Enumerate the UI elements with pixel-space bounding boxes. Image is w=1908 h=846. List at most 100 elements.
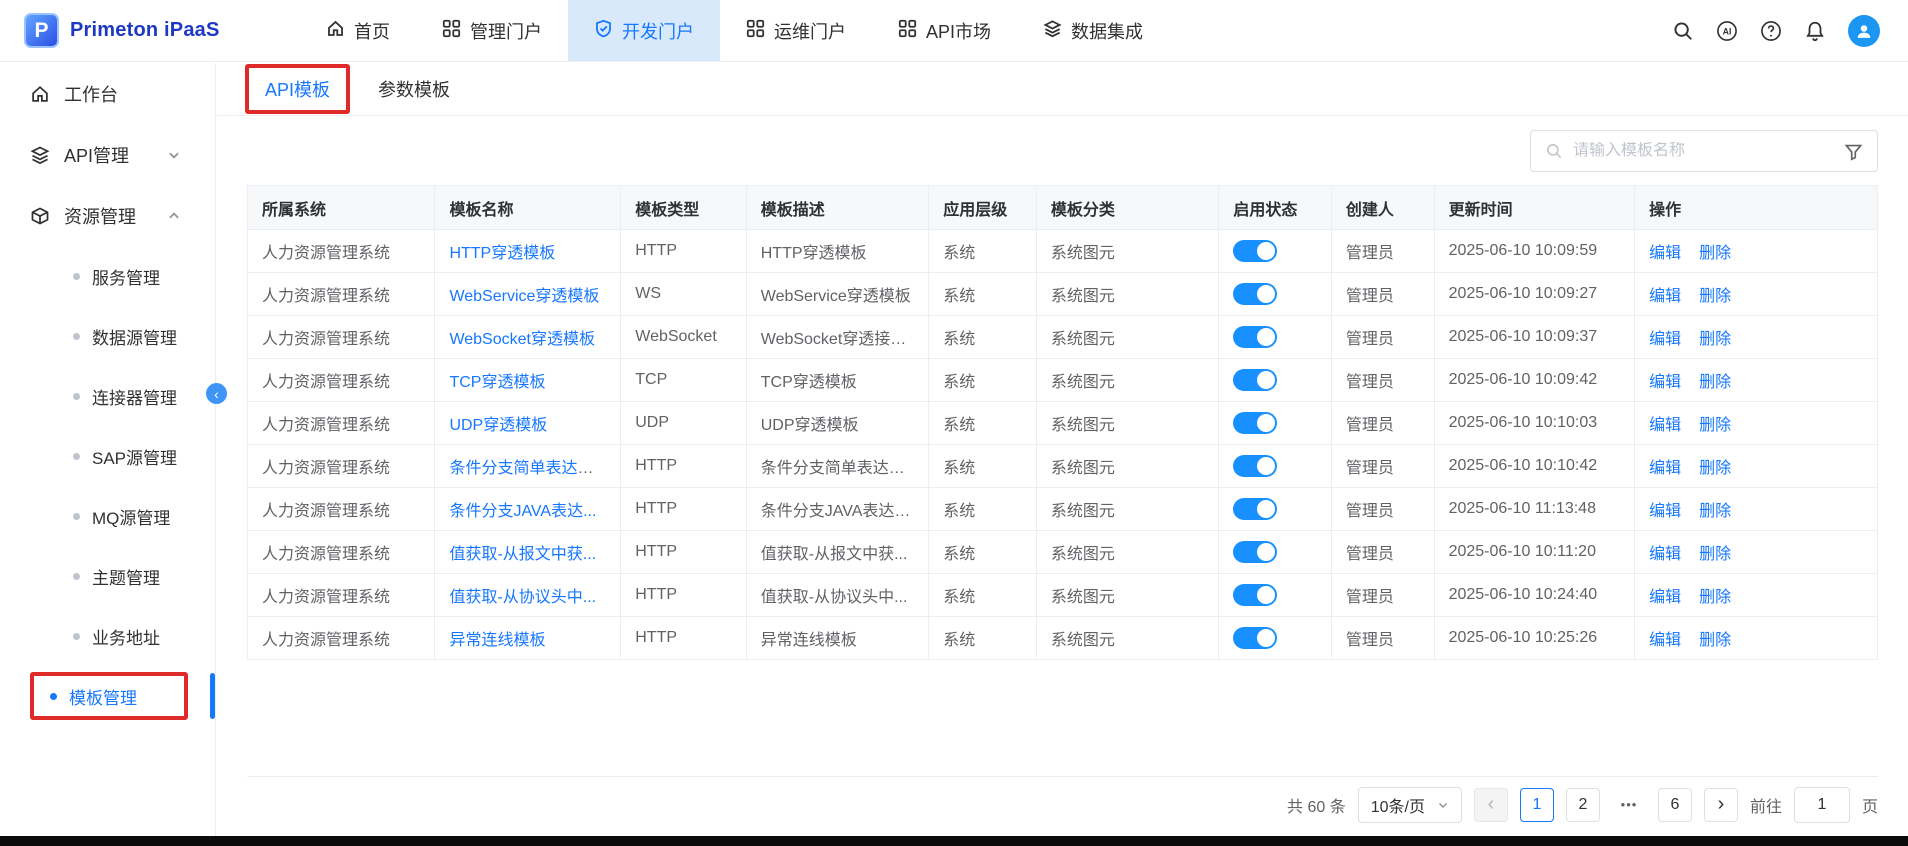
status-toggle[interactable] — [1233, 498, 1277, 520]
nav-item-dev-portal[interactable]: 开发门户 — [568, 0, 720, 61]
sidebar-item-topic-management[interactable]: 主题管理 — [0, 546, 215, 606]
sub-item-label: 模板管理 — [69, 684, 137, 709]
sub-item-label: SAP源管理 — [92, 444, 177, 469]
status-toggle[interactable] — [1233, 541, 1277, 563]
user-avatar[interactable] — [1848, 15, 1880, 47]
filter-funnel-icon[interactable] — [1844, 142, 1863, 161]
edit-link[interactable]: 编辑 — [1649, 331, 1681, 348]
table-row: 人力资源管理系统 HTTP穿透模板 HTTP HTTP穿透模板 系统 系统图元 … — [248, 230, 1878, 273]
toggle-knob — [1257, 457, 1275, 475]
status-toggle[interactable] — [1233, 455, 1277, 477]
edit-link[interactable]: 编辑 — [1649, 546, 1681, 563]
delete-link[interactable]: 删除 — [1699, 589, 1731, 606]
template-name-link[interactable]: WebService穿透模板 — [449, 288, 599, 305]
template-name-link[interactable]: HTTP穿透模板 — [449, 245, 555, 262]
sub-item-label: MQ源管理 — [92, 504, 170, 529]
sidebar-item-workbench[interactable]: 工作台 — [0, 63, 215, 124]
status-toggle[interactable] — [1233, 627, 1277, 649]
delete-link[interactable]: 删除 — [1699, 460, 1731, 477]
edit-link[interactable]: 编辑 — [1649, 589, 1681, 606]
delete-link[interactable]: 删除 — [1699, 374, 1731, 391]
template-name-link[interactable]: WebSocket穿透模板 — [449, 331, 595, 348]
template-name-link[interactable]: 条件分支简单表达式... — [449, 460, 606, 477]
chevron-up-icon — [167, 209, 181, 223]
edit-link[interactable]: 编辑 — [1649, 288, 1681, 305]
delete-link[interactable]: 删除 — [1699, 546, 1731, 563]
cell-level: 系统 — [929, 531, 1037, 574]
col-header-actions: 操作 — [1635, 186, 1878, 230]
edit-link[interactable]: 编辑 — [1649, 374, 1681, 391]
page-size-select[interactable]: 10条/页 — [1358, 787, 1462, 823]
edit-link[interactable]: 编辑 — [1649, 632, 1681, 649]
cell-type: TCP — [621, 359, 747, 402]
col-header-status: 启用状态 — [1219, 186, 1331, 230]
cell-actions: 编辑 删除 — [1635, 531, 1878, 574]
status-toggle[interactable] — [1233, 326, 1277, 348]
cell-updated: 2025-06-10 10:10:42 — [1434, 445, 1634, 488]
status-toggle[interactable] — [1233, 412, 1277, 434]
search-icon[interactable] — [1672, 20, 1694, 42]
workbench-home-icon — [30, 84, 50, 104]
page-ellipsis[interactable]: ••• — [1612, 788, 1646, 822]
nav-item-home[interactable]: 首页 — [300, 0, 416, 61]
page-button-2[interactable]: 2 — [1566, 788, 1600, 822]
table-header: 所属系统 模板名称 模板类型 模板描述 应用层级 模板分类 启用状态 创建人 更… — [248, 186, 1878, 230]
template-name-link[interactable]: 条件分支JAVA表达... — [449, 503, 596, 520]
delete-link[interactable]: 删除 — [1699, 417, 1731, 434]
cell-creator: 管理员 — [1331, 230, 1434, 273]
goto-page-input[interactable] — [1794, 787, 1850, 823]
cell-status — [1219, 574, 1331, 617]
sidebar-item-template-management[interactable]: 模板管理 — [0, 666, 215, 726]
nav-item-admin-portal[interactable]: 管理门户 — [416, 0, 568, 61]
help-icon[interactable] — [1760, 20, 1782, 42]
cell-updated: 2025-06-10 10:09:59 — [1434, 230, 1634, 273]
template-name-link[interactable]: 值获取-从报文中获... — [449, 546, 596, 563]
sidebar-collapse-button[interactable]: ‹ — [206, 383, 227, 404]
edit-link[interactable]: 编辑 — [1649, 417, 1681, 434]
sidebar-item-business-address[interactable]: 业务地址 — [0, 606, 215, 666]
delete-link[interactable]: 删除 — [1699, 245, 1731, 262]
delete-link[interactable]: 删除 — [1699, 503, 1731, 520]
prev-page-button[interactable]: ‹ — [1474, 788, 1508, 822]
template-name-link[interactable]: TCP穿透模板 — [449, 374, 545, 391]
tab-api-template[interactable]: API模板 — [245, 64, 350, 114]
template-name-link[interactable]: 值获取-从协议头中... — [449, 589, 596, 606]
template-name-link[interactable]: 异常连线模板 — [449, 632, 545, 649]
notification-bell-icon[interactable] — [1804, 20, 1826, 42]
nav-item-ops-portal[interactable]: 运维门户 — [720, 0, 872, 61]
sidebar-item-api-management[interactable]: API管理 — [0, 124, 215, 185]
template-name-link[interactable]: UDP穿透模板 — [449, 417, 547, 434]
cell-name: 异常连线模板 — [435, 617, 621, 660]
delete-link[interactable]: 删除 — [1699, 331, 1731, 348]
edit-link[interactable]: 编辑 — [1649, 503, 1681, 520]
page-button-1[interactable]: 1 — [1520, 788, 1554, 822]
status-toggle[interactable] — [1233, 584, 1277, 606]
cell-system: 人力资源管理系统 — [248, 273, 435, 316]
sidebar-item-sap-source-management[interactable]: SAP源管理 — [0, 426, 215, 486]
edit-link[interactable]: 编辑 — [1649, 460, 1681, 477]
resource-cube-icon — [30, 206, 50, 226]
sub-item-label: 业务地址 — [92, 624, 160, 649]
ai-assistant-icon[interactable]: AI — [1716, 20, 1738, 42]
sidebar-item-connector-management[interactable]: 连接器管理 — [0, 366, 215, 426]
sidebar-item-mq-source-management[interactable]: MQ源管理 — [0, 486, 215, 546]
table-row: 人力资源管理系统 值获取-从报文中获... HTTP 值获取-从报文中获... … — [248, 531, 1878, 574]
template-search-input[interactable] — [1573, 142, 1834, 160]
cell-system: 人力资源管理系统 — [248, 402, 435, 445]
next-page-button[interactable]: › — [1704, 788, 1738, 822]
nav-item-data-integration[interactable]: 数据集成 — [1017, 0, 1169, 61]
sidebar-item-resource-management[interactable]: 资源管理 — [0, 185, 215, 246]
tab-param-template[interactable]: 参数模板 — [362, 76, 466, 102]
status-toggle[interactable] — [1233, 283, 1277, 305]
cell-status — [1219, 402, 1331, 445]
status-toggle[interactable] — [1233, 240, 1277, 262]
sidebar-item-datasource-management[interactable]: 数据源管理 — [0, 306, 215, 366]
cell-level: 系统 — [929, 230, 1037, 273]
delete-link[interactable]: 删除 — [1699, 632, 1731, 649]
sidebar-item-service-management[interactable]: 服务管理 — [0, 246, 215, 306]
delete-link[interactable]: 删除 — [1699, 288, 1731, 305]
status-toggle[interactable] — [1233, 369, 1277, 391]
edit-link[interactable]: 编辑 — [1649, 245, 1681, 262]
page-button-6[interactable]: 6 — [1658, 788, 1692, 822]
nav-item-api-market[interactable]: API市场 — [872, 0, 1017, 61]
